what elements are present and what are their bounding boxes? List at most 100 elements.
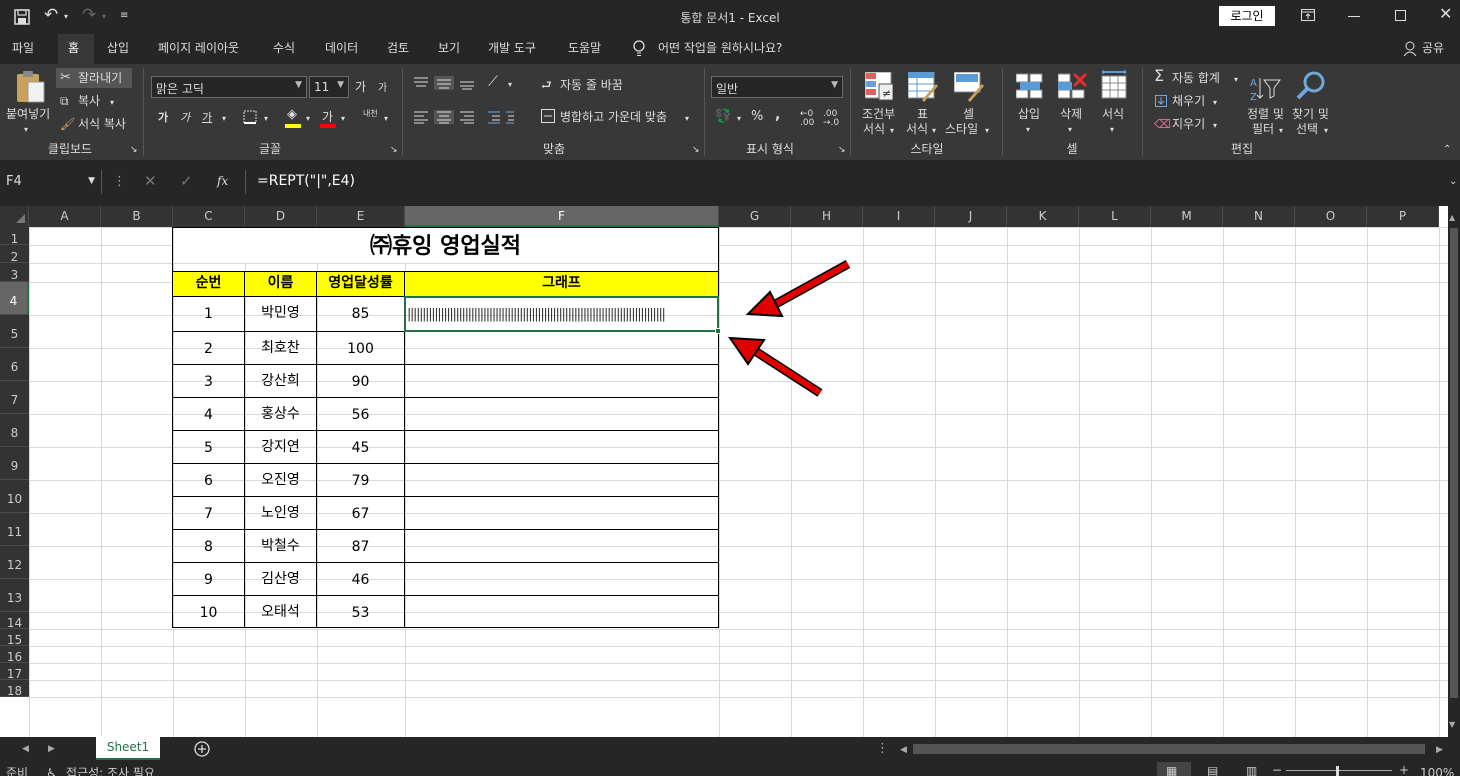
clear-dropdown-icon[interactable]: ▾ — [1213, 118, 1217, 134]
save-icon[interactable] — [14, 9, 30, 25]
share-button[interactable]: 공유 — [1422, 39, 1444, 56]
find-select-label-1[interactable]: 찾기 및 — [1292, 106, 1329, 122]
accounting-dropdown-icon[interactable]: ▾ — [737, 111, 741, 127]
tab-insert[interactable]: 삽입 — [107, 39, 129, 56]
collapse-ribbon-icon[interactable]: ⌃ — [1443, 142, 1451, 158]
copy-dropdown-icon[interactable]: ▾ — [110, 95, 114, 111]
insert-cells-label[interactable]: 삽입 — [1018, 106, 1040, 122]
vertical-align-icons[interactable] — [414, 76, 486, 90]
horizontal-scrollbar[interactable] — [913, 744, 1425, 754]
horizontal-align-icons[interactable] — [414, 110, 514, 124]
enter-entry-icon[interactable]: ✓ — [180, 173, 193, 189]
hscroll-left-icon[interactable]: ◀ — [900, 742, 907, 758]
minimize-icon[interactable] — [1348, 16, 1360, 17]
cut-button[interactable]: 잘라내기 — [78, 70, 122, 86]
table-dropdown-icon[interactable]: ▾ — [932, 123, 936, 139]
decrease-decimal-icon[interactable]: .00 →.0 — [823, 110, 839, 128]
autosum-button[interactable]: 자동 합계 — [1172, 70, 1220, 86]
conditional-dropdown-icon[interactable]: ▾ — [890, 123, 894, 139]
delete-cells-icon[interactable] — [1058, 72, 1088, 100]
insert-cells-icon[interactable] — [1016, 72, 1044, 100]
merge-center-button[interactable]: 병합하고 가운데 맞춤 — [560, 109, 667, 125]
underline-button[interactable]: 가 — [202, 110, 212, 126]
login-button[interactable]: 로그인 — [1219, 6, 1275, 26]
format-as-table-label-1[interactable]: 표 — [917, 106, 928, 122]
orientation-dropdown-icon[interactable]: ▾ — [508, 77, 512, 93]
tell-me-search[interactable]: 어떤 작업을 원하시나요? — [658, 39, 782, 56]
borders-icon[interactable] — [243, 110, 257, 124]
autosum-dropdown-icon[interactable]: ▾ — [1234, 72, 1238, 88]
format-cells-label[interactable]: 서식 — [1102, 106, 1124, 122]
percent-button[interactable]: % — [751, 109, 763, 125]
redo-icon[interactable]: ↷ — [82, 7, 96, 24]
conditional-formatting-icon[interactable]: ≠ — [865, 72, 893, 102]
fill-dropdown-icon[interactable]: ▾ — [1213, 95, 1217, 111]
number-format-combo[interactable]: 일반 ▼ — [711, 76, 843, 98]
vertical-scrollbar[interactable]: ▲ ▼ — [1448, 206, 1460, 737]
zoom-slider[interactable] — [1286, 770, 1392, 771]
autosum-icon[interactable]: Σ — [1154, 68, 1164, 84]
font-launcher-icon[interactable]: ↘ — [390, 142, 398, 158]
sheet-tab-sheet1[interactable]: Sheet1 — [96, 736, 160, 760]
font-size-combo[interactable]: 11 ▼ — [309, 76, 349, 98]
undo-icon[interactable]: ↶ — [44, 7, 58, 24]
sort-dropdown-icon[interactable]: ▾ — [1279, 123, 1283, 139]
zoom-level[interactable]: 100% — [1420, 765, 1454, 776]
tab-page-layout[interactable]: 페이지 레이아웃 — [158, 39, 239, 56]
page-break-view-icon[interactable]: ▥ — [1246, 763, 1257, 776]
sort-filter-icon[interactable]: AZ — [1250, 74, 1282, 102]
paste-icon[interactable] — [14, 70, 46, 104]
comma-style-icon[interactable]: , — [775, 107, 780, 123]
tab-split-icon[interactable]: ⋮ — [876, 741, 889, 757]
font-color-button[interactable]: 가 — [322, 109, 333, 125]
fill-color-icon[interactable]: ◈ — [287, 107, 297, 123]
name-box[interactable]: F4 ▼ — [0, 170, 102, 194]
page-layout-view-icon[interactable]: ▤ — [1207, 763, 1218, 776]
more-options-icon[interactable]: ⋮ — [113, 174, 126, 190]
new-sheet-icon[interactable] — [194, 741, 210, 757]
paste-label[interactable]: 붙여넣기 — [6, 106, 50, 122]
font-color-dropdown-icon[interactable]: ▾ — [341, 111, 345, 127]
tab-review[interactable]: 검토 — [387, 39, 409, 56]
zoom-in-icon[interactable]: + — [1399, 762, 1409, 776]
grow-font-button[interactable]: 가 — [355, 79, 366, 95]
customize-qat-icon[interactable]: ≡ — [120, 8, 128, 24]
number-launcher-icon[interactable]: ↘ — [838, 142, 846, 158]
phonetic-button[interactable]: 내천 — [363, 106, 378, 122]
ribbon-display-icon[interactable] — [1301, 9, 1315, 21]
tab-data[interactable]: 데이터 — [325, 39, 358, 56]
delete-dropdown-icon[interactable]: ▾ — [1068, 122, 1072, 138]
clear-button[interactable]: 지우기 — [1172, 116, 1205, 132]
scroll-tabs-left-icon[interactable]: ◀ — [22, 741, 29, 757]
borders-dropdown-icon[interactable]: ▾ — [264, 111, 268, 127]
alignment-launcher-icon[interactable]: ↘ — [692, 142, 700, 158]
fill-button[interactable]: 채우기 — [1172, 93, 1205, 109]
sort-filter-label-2[interactable]: 필터 — [1252, 121, 1274, 137]
normal-view-icon[interactable]: ▦ — [1166, 763, 1177, 776]
increase-decimal-icon[interactable]: ←0.00 — [800, 110, 814, 128]
conditional-formatting-label-1[interactable]: 조건부 — [862, 106, 895, 122]
bold-button[interactable]: 가 — [158, 110, 168, 126]
fill-color-dropdown-icon[interactable]: ▾ — [306, 111, 310, 127]
accounting-format-icon[interactable]: 💱 — [715, 109, 731, 125]
italic-button[interactable]: 가 — [180, 110, 190, 126]
format-as-table-label-2[interactable]: 서식 — [906, 121, 928, 137]
tab-file[interactable]: 파일 — [12, 39, 34, 56]
close-icon[interactable]: ✕ — [1439, 6, 1452, 22]
format-cells-icon[interactable] — [1100, 70, 1128, 100]
cell-styles-label-1[interactable]: 셀 — [963, 106, 974, 122]
expand-formula-icon[interactable]: ⌄ — [1449, 174, 1457, 190]
phonetic-dropdown-icon[interactable]: ▾ — [384, 111, 388, 127]
tab-view[interactable]: 보기 — [438, 39, 460, 56]
orientation-icon[interactable]: ⟋ — [488, 74, 498, 90]
merge-dropdown-icon[interactable]: ▾ — [685, 111, 689, 127]
undo-dropdown-icon[interactable]: ▾ — [64, 9, 68, 25]
tab-formulas[interactable]: 수식 — [273, 39, 295, 56]
formula-input[interactable]: =REPT("|",E4) — [245, 170, 1460, 194]
cell-styles-dropdown-icon[interactable]: ▾ — [985, 123, 989, 139]
worksheet-grid[interactable]: A B C D E F G H I J K L M N O P 1 2 3 4 5 6 7 8 9 10 11 12 13 14 15 16 1… — [0, 206, 1448, 737]
copy-button[interactable]: 복사 — [78, 93, 100, 109]
cell-styles-label-2[interactable]: 스타일 — [945, 121, 978, 137]
delete-cells-label[interactable]: 삭제 — [1060, 106, 1082, 122]
accessibility-status[interactable]: 접근성: 조사 필요 — [66, 765, 155, 776]
